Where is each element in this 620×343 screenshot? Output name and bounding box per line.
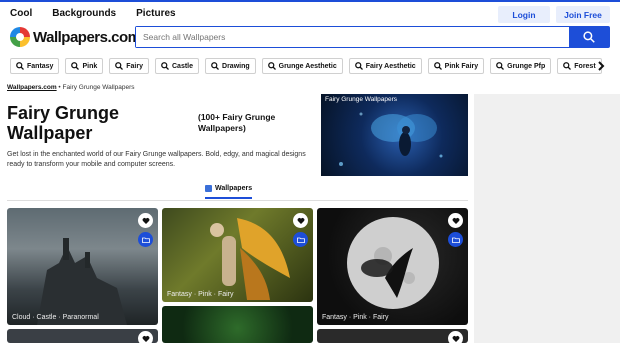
castle-illustration [37,238,127,325]
hero-image[interactable]: Fairy Grunge Wallpapers [321,94,468,176]
wallpaper-card[interactable]: Cloud · Castle · Paranormal [7,208,158,325]
nav-backgrounds[interactable]: Backgrounds [52,8,116,19]
tag-fairy-aesthetic[interactable]: Fairy Aesthetic [348,58,422,74]
tag-grunge-aesthetic[interactable]: Grunge Aesthetic [261,58,343,74]
search-bar [135,26,610,48]
tag-label: Grunge Pfp [507,62,546,70]
login-button[interactable]: Login [498,6,550,23]
folder-icon [296,237,305,243]
tag-grunge-pfp[interactable]: Grunge Pfp [490,58,552,74]
breadcrumb-home-link[interactable]: Wallpapers.com [7,84,57,91]
folder-icon [141,237,150,243]
nav-cool[interactable]: Cool [10,8,32,19]
favorite-button[interactable] [448,331,463,343]
heart-icon [452,335,459,342]
chevron-right-icon [598,61,605,71]
wallpaper-card[interactable] [7,329,158,343]
breadcrumb: Wallpapers.com • Fairy Grunge Wallpapers [7,84,135,91]
site-logo[interactable]: Wallpapers.com [10,27,141,47]
card-tags: Fantasy · Pink · Fairy [167,291,234,298]
tag-fantasy[interactable]: Fantasy [10,58,60,74]
breadcrumb-current: Fairy Grunge Wallpapers [62,84,135,91]
tag-label: Forest [574,62,596,70]
tag-label: Grunge Aesthetic [278,62,337,70]
search-icon [267,62,276,70]
wallpaper-card[interactable] [317,329,468,343]
tag-label: Fairy [126,62,143,70]
tag-label: Fantasy [27,62,54,70]
add-to-collection-button[interactable] [293,232,308,247]
breadcrumb-separator: • [58,84,61,91]
tab-bar: Wallpapers [7,181,468,201]
search-icon [563,62,572,70]
search-icon [115,62,124,70]
tab-wallpapers[interactable]: Wallpapers [205,185,253,199]
favorite-button[interactable] [448,213,463,228]
tag-pink[interactable]: Pink [65,58,104,74]
search-icon [583,31,595,43]
favorite-button[interactable] [293,213,308,228]
card-tags: Cloud · Castle · Paranormal [12,314,99,321]
top-bar: Cool Backgrounds Pictures Login Join Fre… [0,0,620,24]
tag-pink-fairy[interactable]: Pink Fairy [427,58,485,74]
image-icon [205,185,212,192]
auth-buttons: Login Join Free [498,6,610,23]
favorite-button[interactable] [138,331,153,343]
tag-castle[interactable]: Castle [155,58,200,74]
butterfly-fairy-illustration [210,218,290,300]
card-tags: Fantasy · Pink · Fairy [322,314,389,321]
folder-icon [451,237,460,243]
moon-fairy-illustration [347,217,439,309]
page-subtitle: (100+ Fairy Grunge Wallpapers) [198,112,276,133]
search-icon [354,62,363,70]
tag-list: Fantasy Pink Fairy Castle Drawing Grunge… [10,58,602,74]
search-icon [16,62,24,70]
tag-label: Castle [172,62,194,70]
tag-label: Pink Fairy [444,62,479,70]
tag-label: Pink [82,62,98,70]
search-input[interactable] [136,27,569,47]
search-icon [496,62,505,70]
page-title: Fairy Grunge Wallpaper [7,103,120,143]
wallpaper-card[interactable] [162,306,313,343]
tag-fairy[interactable]: Fairy [109,58,149,74]
heart-icon [452,217,459,224]
heart-icon [142,335,149,342]
page-description: Get lost in the enchanted world of our F… [7,151,306,168]
tag-drawing[interactable]: Drawing [205,58,256,74]
join-free-button[interactable]: Join Free [556,6,610,23]
search-icon [71,62,80,70]
search-icon [433,62,442,70]
heart-icon [142,217,149,224]
logo-mark-icon [10,27,30,47]
wallpaper-card[interactable]: Fantasy · Pink · Fairy [162,208,313,302]
sidebar-ad-area [474,94,620,343]
tag-label: Drawing [222,62,250,70]
search-icon [161,62,169,70]
heart-icon [297,217,304,224]
fairy-illustration [339,112,443,166]
logo-text: Wallpapers.com [33,28,141,46]
nav-pictures[interactable]: Pictures [136,8,175,19]
wallpaper-card[interactable]: Fantasy · Pink · Fairy [317,208,468,325]
add-to-collection-button[interactable] [138,232,153,247]
tags-next-button[interactable] [594,59,608,73]
tab-label: Wallpapers [215,185,253,192]
search-icon [211,62,219,70]
favorite-button[interactable] [138,213,153,228]
add-to-collection-button[interactable] [448,232,463,247]
tag-label: Fairy Aesthetic [365,62,416,70]
top-nav: Cool Backgrounds Pictures [10,8,176,19]
search-button[interactable] [569,27,609,47]
